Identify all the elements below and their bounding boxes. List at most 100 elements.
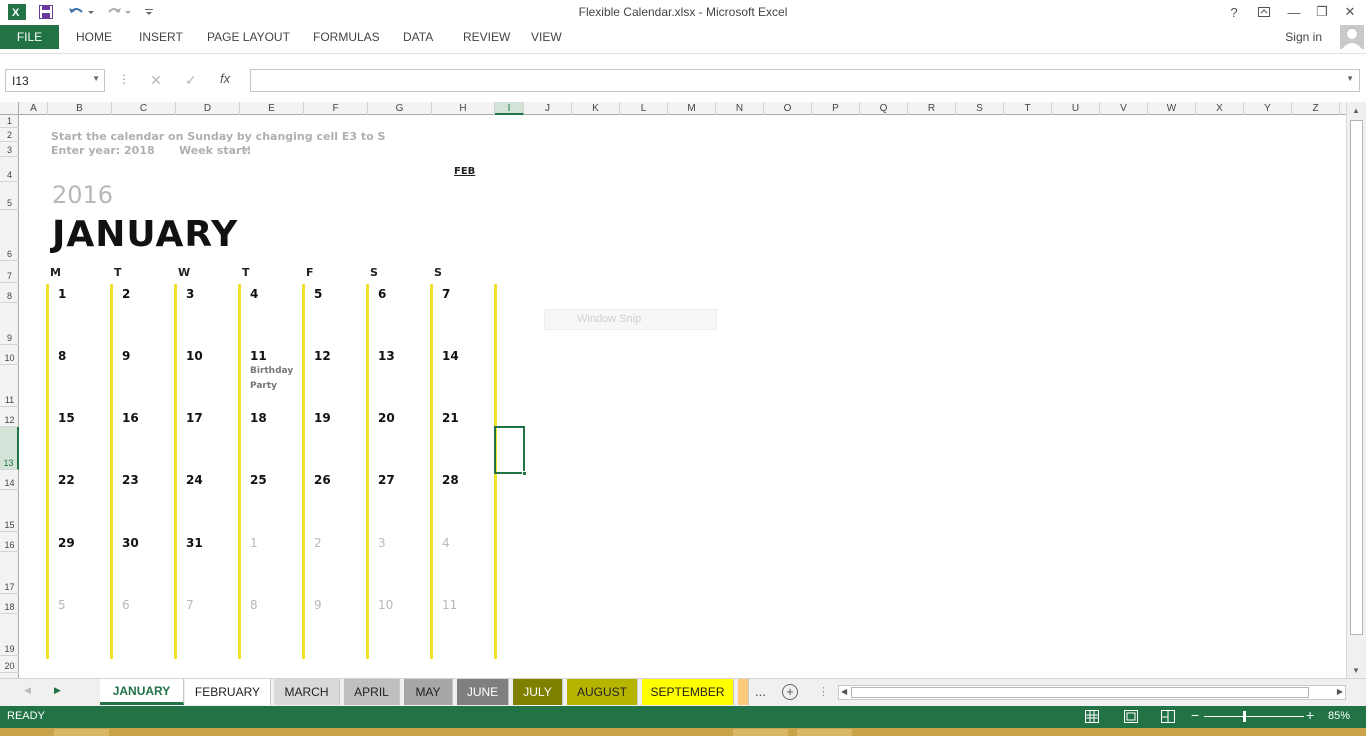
row-header[interactable]: 12	[0, 407, 19, 427]
day-cell[interactable]: 7	[442, 287, 450, 301]
day-cell-other-month[interactable]: 3	[378, 536, 386, 550]
day-cell[interactable]: 6	[378, 287, 386, 301]
day-cell-other-month[interactable]: 2	[314, 536, 322, 550]
tab-insert[interactable]: INSERT	[139, 30, 183, 44]
day-cell[interactable]: 5	[314, 287, 322, 301]
chevron-down-icon[interactable]: ▼	[92, 74, 100, 83]
day-cell-other-month[interactable]: 9	[314, 598, 322, 612]
row-header[interactable]: 20	[0, 656, 19, 673]
close-button[interactable]: ✕	[1336, 3, 1364, 21]
taskbar-button[interactable]	[797, 729, 852, 736]
row-header[interactable]: 3	[0, 142, 19, 157]
active-cell-selection[interactable]	[494, 426, 527, 476]
column-header[interactable]: M	[668, 102, 716, 115]
column-header[interactable]: S	[956, 102, 1004, 115]
zoom-slider-thumb[interactable]	[1243, 711, 1246, 722]
sheet-tab-january[interactable]: JANUARY	[100, 679, 184, 705]
help-button[interactable]: ?	[1220, 3, 1248, 21]
day-cell[interactable]: 9	[122, 349, 130, 363]
column-header[interactable]: U	[1052, 102, 1100, 115]
day-cell[interactable]: 29	[58, 536, 75, 550]
add-sheet-icon[interactable]: +	[782, 684, 798, 700]
tab-formulas[interactable]: FORMULAS	[313, 30, 380, 44]
zoom-level[interactable]: 85%	[1328, 710, 1350, 722]
day-cell[interactable]: 3	[186, 287, 194, 301]
column-header[interactable]: V	[1100, 102, 1148, 115]
column-header[interactable]: W	[1148, 102, 1196, 115]
sheet-tab-april[interactable]: APRIL	[344, 679, 400, 705]
column-header[interactable]: Z	[1292, 102, 1340, 115]
taskbar-button[interactable]	[733, 729, 788, 736]
sheet-tab-march[interactable]: MARCH	[274, 679, 340, 705]
day-cell[interactable]: 31	[186, 536, 203, 550]
day-cell[interactable]: 11	[250, 349, 267, 363]
day-cell-other-month[interactable]: 11	[442, 598, 457, 612]
column-header[interactable]: Y	[1244, 102, 1292, 115]
more-options-icon[interactable]: ⋮	[118, 72, 130, 86]
column-header[interactable]: T	[1004, 102, 1052, 115]
more-sheets-button[interactable]: ...	[755, 684, 766, 699]
day-cell[interactable]: 1	[58, 287, 66, 301]
column-header[interactable]: P	[812, 102, 860, 115]
column-header[interactable]: G	[368, 102, 432, 115]
day-cell-other-month[interactable]: 1	[250, 536, 258, 550]
day-cell[interactable]: 28	[442, 473, 459, 487]
day-cell[interactable]: 20	[378, 411, 395, 425]
week-start-value[interactable]: M	[242, 145, 251, 156]
day-cell[interactable]: 19	[314, 411, 331, 425]
sheet-tab-february[interactable]: FEBRUARY	[185, 679, 271, 705]
column-header[interactable]: Q	[860, 102, 908, 115]
expand-formula-icon[interactable]: ▼	[1346, 74, 1354, 83]
tab-home[interactable]: HOME	[76, 30, 112, 44]
ribbon-display-button[interactable]	[1250, 3, 1278, 21]
column-header[interactable]: D	[176, 102, 240, 115]
day-cell[interactable]: 17	[186, 411, 203, 425]
day-cell[interactable]: 23	[122, 473, 139, 487]
scroll-down-icon[interactable]: ▼	[1352, 666, 1360, 675]
zoom-slider-track[interactable]	[1204, 716, 1304, 717]
sheet-tab-partial[interactable]	[738, 679, 749, 705]
name-box[interactable]: I13 ▼	[5, 69, 105, 92]
column-header[interactable]: N	[716, 102, 764, 115]
row-header[interactable]: 14	[0, 470, 19, 490]
tab-view[interactable]: VIEW	[531, 30, 562, 44]
day-cell-other-month[interactable]: 5	[58, 598, 66, 612]
column-header[interactable]: R	[908, 102, 956, 115]
day-cell[interactable]: 27	[378, 473, 395, 487]
splitter-handle-icon[interactable]: ⋮	[818, 685, 829, 698]
vertical-scrollbar[interactable]: ▲ ▼	[1346, 102, 1366, 678]
row-header[interactable]: 17	[0, 552, 19, 594]
day-cell-other-month[interactable]: 8	[250, 598, 258, 612]
page-break-view-icon[interactable]	[1161, 710, 1175, 723]
column-header[interactable]: K	[572, 102, 620, 115]
column-header[interactable]: A	[20, 102, 48, 115]
day-cell[interactable]: 10	[186, 349, 203, 363]
column-header[interactable]: X	[1196, 102, 1244, 115]
day-cell[interactable]: 25	[250, 473, 267, 487]
day-cell[interactable]: 2	[122, 287, 130, 301]
row-header[interactable]: 5	[0, 182, 19, 210]
scroll-right-icon[interactable]: ▶	[1337, 687, 1343, 696]
column-header-selected[interactable]: I	[495, 102, 524, 115]
column-header[interactable]: E	[240, 102, 304, 115]
row-header-selected[interactable]: 13	[0, 427, 19, 470]
day-cell-other-month[interactable]: 10	[378, 598, 393, 612]
day-cell[interactable]: 14	[442, 349, 459, 363]
event-note[interactable]: Birthday	[250, 364, 293, 379]
day-cell[interactable]: 18	[250, 411, 267, 425]
day-cell[interactable]: 16	[122, 411, 139, 425]
scroll-left-icon[interactable]: ◀	[841, 687, 847, 696]
column-header[interactable]: O	[764, 102, 812, 115]
column-header[interactable]: F	[304, 102, 368, 115]
insert-function-icon[interactable]: fx	[220, 71, 230, 86]
taskbar-button[interactable]	[54, 729, 109, 736]
row-header[interactable]: 4	[0, 157, 19, 182]
horizontal-scrollbar[interactable]: ◀ ▶	[838, 685, 1346, 700]
row-header[interactable]: 19	[0, 614, 19, 656]
normal-view-icon[interactable]	[1085, 710, 1099, 723]
tab-data[interactable]: DATA	[403, 30, 433, 44]
day-cell-other-month[interactable]: 4	[442, 536, 450, 550]
tab-review[interactable]: REVIEW	[463, 30, 510, 44]
column-header[interactable]: C	[112, 102, 176, 115]
day-cell[interactable]: 12	[314, 349, 331, 363]
